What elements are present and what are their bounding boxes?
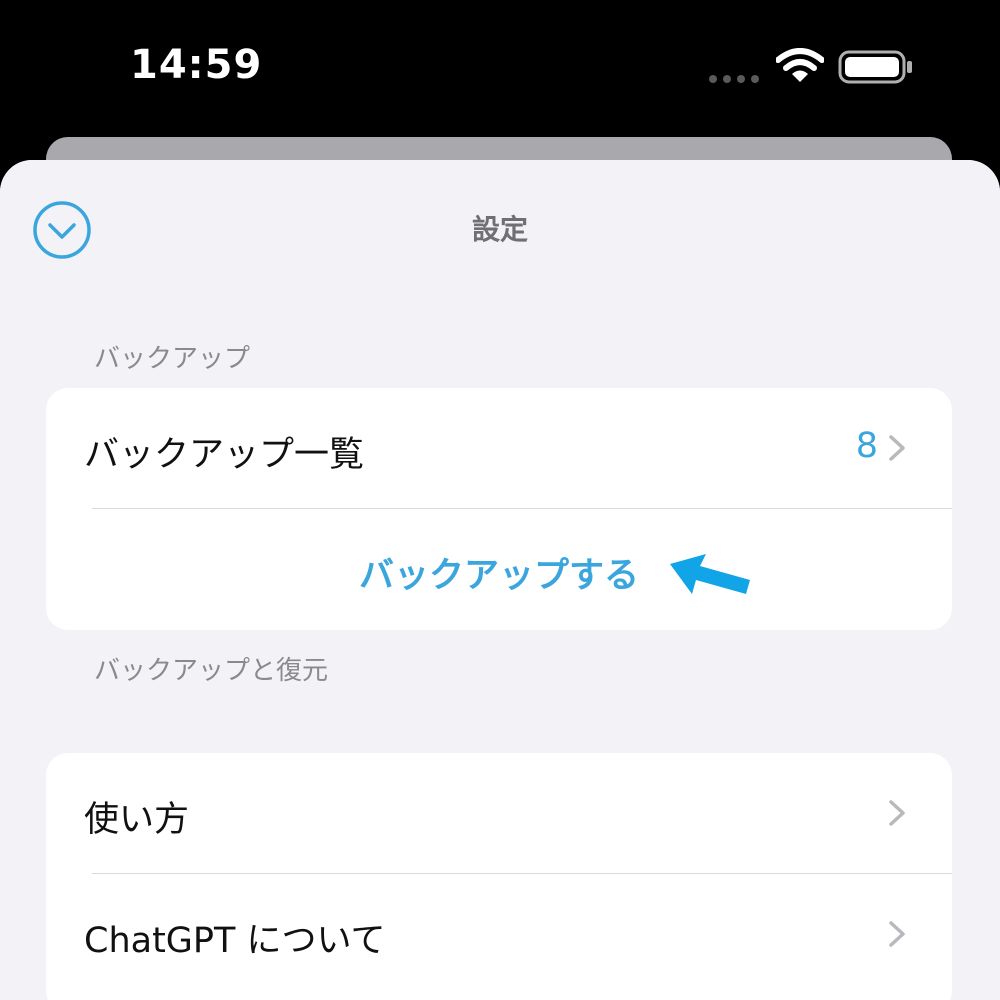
wifi-icon bbox=[776, 48, 824, 82]
backup-group: バックアップ一覧 8 バックアップする bbox=[46, 388, 952, 630]
cellular-signal-icon bbox=[709, 75, 759, 83]
page-title: 設定 bbox=[471, 213, 528, 246]
backup-count-value: 8 bbox=[855, 426, 878, 466]
chevron-right-icon bbox=[889, 800, 905, 826]
how-to-use-row[interactable]: 使い方 bbox=[46, 753, 952, 873]
section-header-backup: バックアップ bbox=[94, 344, 251, 374]
screen: 14:59 設定 バックアップ バックアップ一覧 8 バックアップする バックア… bbox=[0, 0, 1000, 1000]
settings-sheet: 設定 バックアップ バックアップ一覧 8 バックアップする バックアップと復元 … bbox=[0, 160, 1000, 1000]
nav-bar: 設定 bbox=[0, 160, 1000, 290]
status-time: 14:59 bbox=[130, 42, 263, 88]
about-chatgpt-row[interactable]: ChatGPT について bbox=[46, 874, 952, 994]
annotation-arrow-icon bbox=[670, 554, 750, 594]
battery-icon bbox=[838, 50, 912, 84]
backup-now-label: バックアップする bbox=[358, 556, 639, 596]
section-footer-backup: バックアップと復元 bbox=[94, 656, 329, 686]
about-chatgpt-label: ChatGPT について bbox=[84, 921, 386, 961]
status-bar: 14:59 bbox=[0, 0, 1000, 140]
backup-now-button[interactable]: バックアップする bbox=[46, 509, 952, 629]
how-to-use-label: 使い方 bbox=[84, 800, 190, 840]
backup-list-label: バックアップ一覧 bbox=[84, 435, 365, 475]
chevron-right-icon bbox=[889, 435, 905, 461]
general-group: 使い方 ChatGPT について bbox=[46, 753, 952, 1000]
backup-list-row[interactable]: バックアップ一覧 8 bbox=[46, 388, 952, 508]
chevron-right-icon bbox=[889, 921, 905, 947]
